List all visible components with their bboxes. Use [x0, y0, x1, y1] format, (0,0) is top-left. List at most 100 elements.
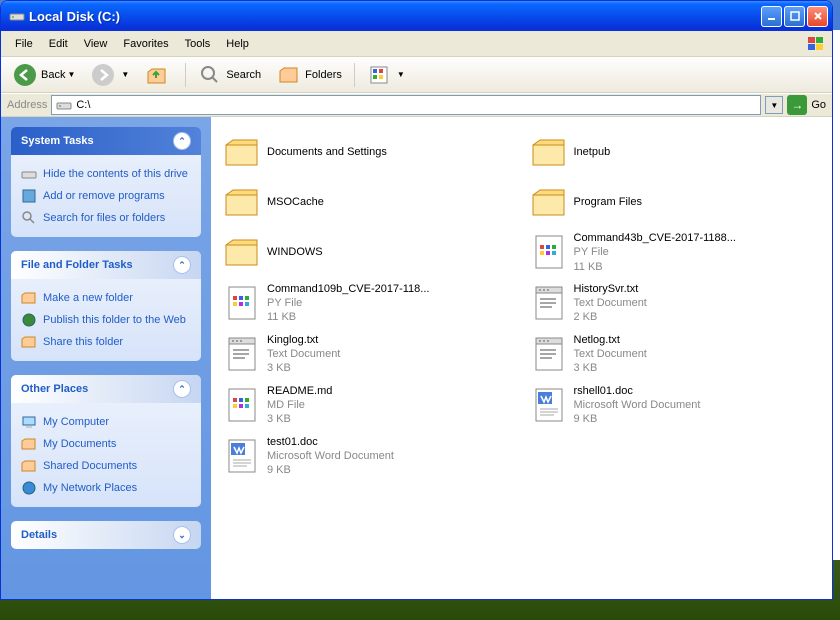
folder-icon: [221, 131, 263, 173]
go-label: Go: [811, 99, 826, 111]
file-name: README.md: [267, 384, 332, 398]
file-item[interactable]: rshell01.docMicrosoft Word Document9 KB: [526, 382, 825, 429]
titlebar[interactable]: Local Disk (C:): [1, 1, 832, 31]
views-button[interactable]: ▼: [361, 61, 411, 89]
up-button[interactable]: [139, 61, 179, 89]
file-name: Kinglog.txt: [267, 333, 340, 347]
details-panel: Details ⌄: [11, 521, 201, 549]
py-icon: [221, 384, 263, 426]
new-folder-icon: [21, 290, 37, 306]
file-item[interactable]: Inetpub: [526, 129, 825, 175]
forward-arrow-icon: [91, 63, 115, 87]
menu-favorites[interactable]: Favorites: [115, 35, 176, 53]
add-remove-programs-link[interactable]: Add or remove programs: [21, 185, 191, 207]
address-dropdown[interactable]: ▼: [765, 96, 783, 114]
file-item[interactable]: README.mdMD File3 KB: [219, 382, 518, 429]
file-name: Command43b_CVE-2017-1188...: [574, 231, 736, 245]
file-type-label: PY File: [267, 296, 429, 310]
search-icon: [21, 210, 37, 226]
file-item[interactable]: Documents and Settings: [219, 129, 518, 175]
go-button[interactable]: →: [787, 95, 807, 115]
file-size-label: 2 KB: [574, 310, 647, 324]
explorer-window: Local Disk (C:) File Edit View Favorites…: [0, 0, 833, 600]
address-input[interactable]: C:\: [51, 95, 761, 115]
file-info: MSOCache: [267, 195, 324, 209]
folders-button[interactable]: Folders: [271, 61, 348, 89]
my-documents-link[interactable]: My Documents: [21, 433, 191, 455]
shared-documents-link[interactable]: Shared Documents: [21, 455, 191, 477]
folders-icon: [277, 63, 301, 87]
folders-label: Folders: [305, 69, 342, 81]
close-button[interactable]: [807, 6, 828, 27]
file-type-label: MD File: [267, 398, 332, 412]
file-type-label: Microsoft Word Document: [574, 398, 701, 412]
search-icon: [198, 63, 222, 87]
file-size-label: 9 KB: [574, 412, 701, 426]
toolbar-separator: [354, 63, 355, 87]
menu-help[interactable]: Help: [218, 35, 257, 53]
folder-icon: [221, 181, 263, 223]
minimize-button[interactable]: [761, 6, 782, 27]
file-info: Netlog.txtText Document3 KB: [574, 333, 647, 376]
file-info: Program Files: [574, 195, 642, 209]
my-computer-link[interactable]: My Computer: [21, 411, 191, 433]
file-type-label: Microsoft Word Document: [267, 449, 394, 463]
share-folder-link[interactable]: Share this folder: [21, 331, 191, 353]
file-name: rshell01.doc: [574, 384, 701, 398]
file-view[interactable]: Documents and SettingsInetpub MSOCache Pro…: [211, 117, 832, 599]
search-files-link[interactable]: Search for files or folders: [21, 207, 191, 229]
toolbar-separator: [185, 63, 186, 87]
toolbar: Back ▼ ▼ Search Folders ▼: [1, 57, 832, 93]
collapse-icon: ⌃: [173, 256, 191, 274]
chevron-down-icon: ▼: [67, 70, 75, 79]
share-folder-icon: [21, 334, 37, 350]
file-folder-tasks-header[interactable]: File and Folder Tasks ⌃: [11, 251, 201, 279]
publish-web-link[interactable]: Publish this folder to the Web: [21, 309, 191, 331]
doc-icon: [221, 435, 263, 477]
menu-view[interactable]: View: [76, 35, 116, 53]
menu-tools[interactable]: Tools: [177, 35, 219, 53]
file-item[interactable]: Netlog.txtText Document3 KB: [526, 331, 825, 378]
forward-button[interactable]: ▼: [85, 61, 135, 89]
file-item[interactable]: Program Files: [526, 179, 825, 225]
address-label: Address: [7, 99, 47, 111]
file-type-label: PY File: [574, 245, 736, 259]
file-item[interactable]: Kinglog.txtText Document3 KB: [219, 331, 518, 378]
programs-icon: [21, 188, 37, 204]
file-size-label: 3 KB: [267, 361, 340, 375]
file-item[interactable]: WINDOWS: [219, 229, 518, 276]
maximize-button[interactable]: [784, 6, 805, 27]
folder-up-icon: [145, 63, 169, 87]
file-item[interactable]: MSOCache: [219, 179, 518, 225]
file-info: Kinglog.txtText Document3 KB: [267, 333, 340, 376]
my-network-places-link[interactable]: My Network Places: [21, 477, 191, 499]
panel-title: File and Folder Tasks: [21, 259, 133, 271]
file-item[interactable]: test01.docMicrosoft Word Document9 KB: [219, 433, 518, 480]
back-button[interactable]: Back ▼: [7, 61, 81, 89]
file-name: Program Files: [574, 195, 642, 209]
panel-body: Hide the contents of this drive Add or r…: [11, 155, 201, 237]
file-item[interactable]: Command109b_CVE-2017-118...PY File11 KB: [219, 280, 518, 327]
menu-edit[interactable]: Edit: [41, 35, 76, 53]
collapse-icon: ⌃: [173, 380, 191, 398]
system-tasks-header[interactable]: System Tasks ⌃: [11, 127, 201, 155]
details-header[interactable]: Details ⌄: [11, 521, 201, 549]
file-type-label: Text Document: [574, 296, 647, 310]
file-info: WINDOWS: [267, 245, 323, 259]
make-new-folder-link[interactable]: Make a new folder: [21, 287, 191, 309]
search-button[interactable]: Search: [192, 61, 267, 89]
window-title: Local Disk (C:): [29, 9, 759, 24]
hide-contents-link[interactable]: Hide the contents of this drive: [21, 163, 191, 185]
file-type-label: Text Document: [574, 347, 647, 361]
other-places-header[interactable]: Other Places ⌃: [11, 375, 201, 403]
globe-icon: [21, 312, 37, 328]
panel-title: System Tasks: [21, 135, 94, 147]
folder-icon: [221, 231, 263, 273]
back-label: Back: [41, 69, 65, 81]
back-arrow-icon: [13, 63, 37, 87]
file-item[interactable]: HistorySvr.txtText Document2 KB: [526, 280, 825, 327]
file-name: Command109b_CVE-2017-118...: [267, 282, 429, 296]
menu-file[interactable]: File: [7, 35, 41, 53]
panel-title: Details: [21, 529, 57, 541]
file-item[interactable]: Command43b_CVE-2017-1188...PY File11 KB: [526, 229, 825, 276]
